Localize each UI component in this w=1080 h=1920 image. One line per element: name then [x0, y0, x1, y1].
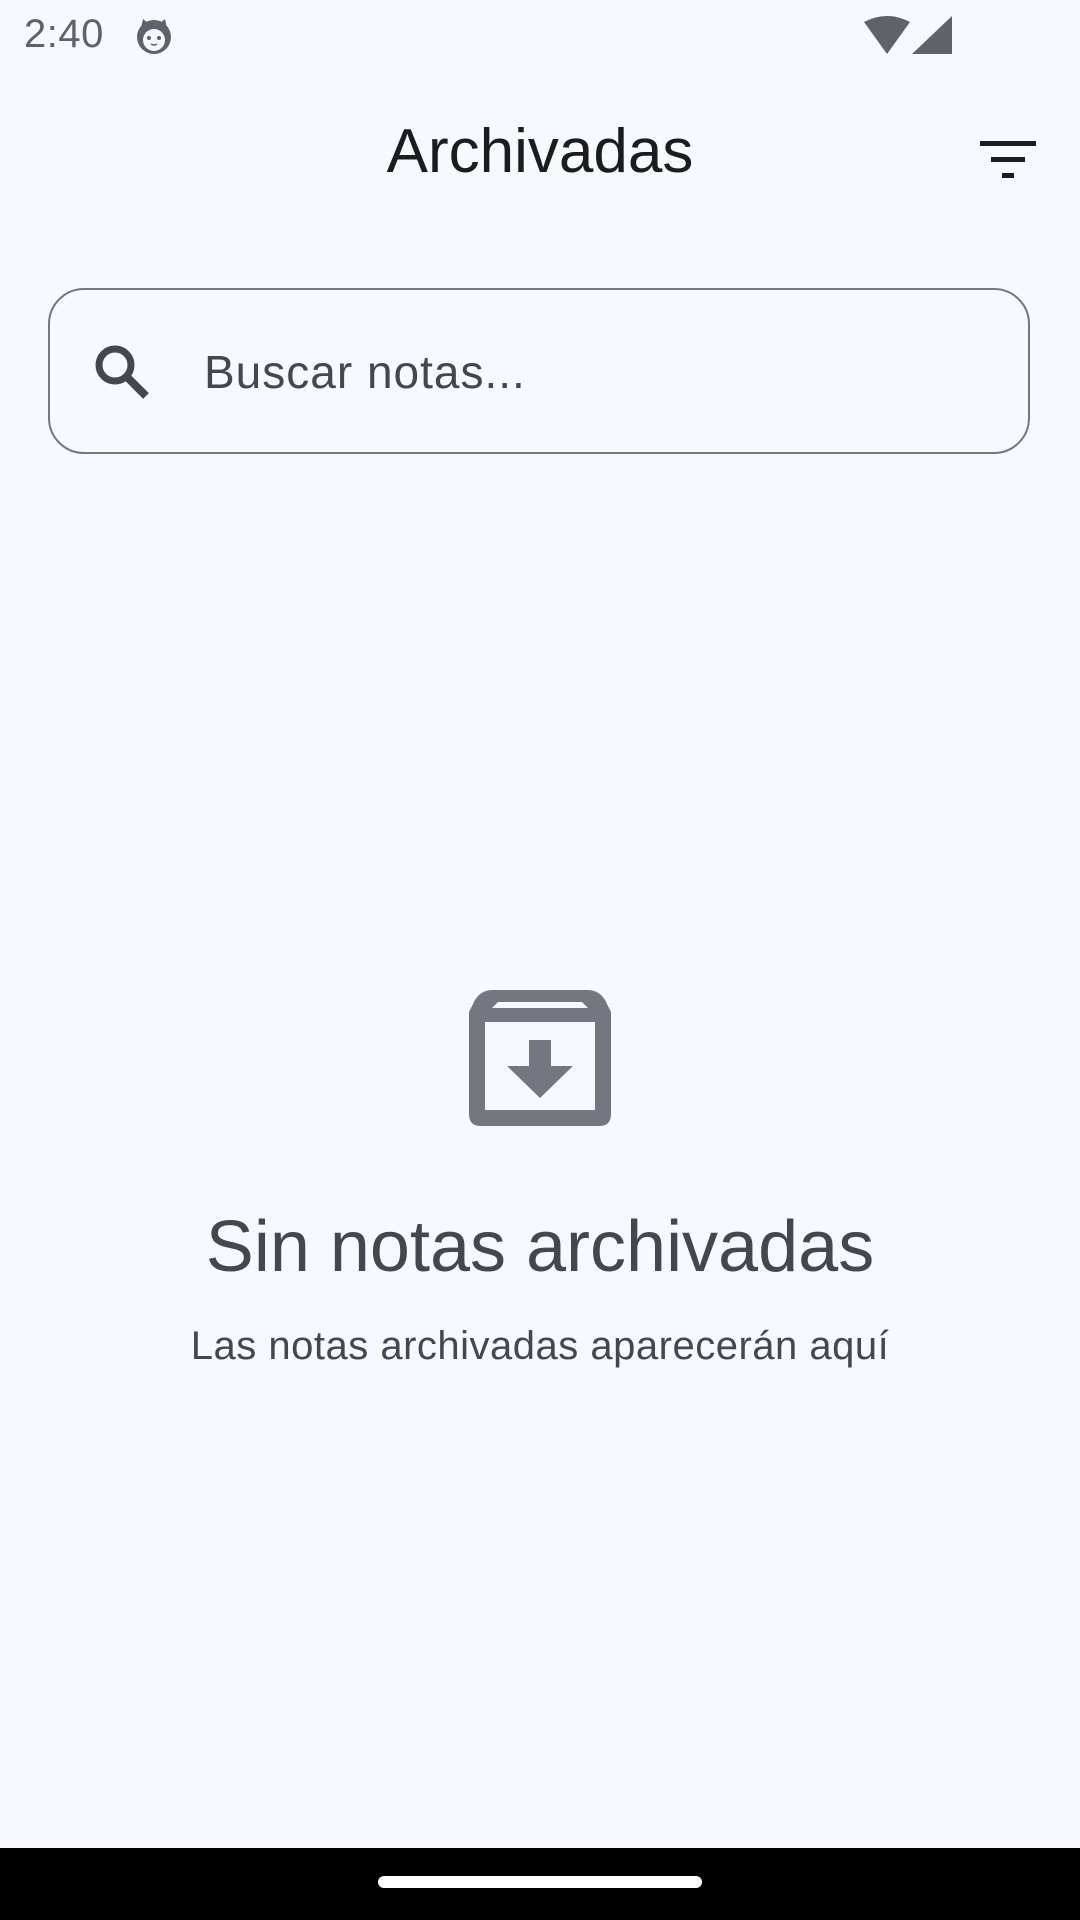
filter-button[interactable] [968, 120, 1048, 200]
empty-subtitle: Las notas archivadas aparecerán aquí [190, 1324, 890, 1368]
navigation-bar [0, 1848, 1080, 1920]
app-bar: Archivadas [0, 90, 1080, 220]
filter-icon [980, 141, 1036, 178]
cell-signal-icon [912, 16, 952, 54]
search-input[interactable] [204, 330, 984, 414]
cat-face-icon [137, 19, 171, 54]
empty-title: Sin notas archivadas [205, 1207, 875, 1287]
search-bar[interactable] [48, 288, 1030, 454]
status-bar: 2:40 [0, 0, 1080, 74]
empty-state: Sin notas archivadas Las notas archivada… [0, 980, 1080, 1369]
archive-icon [469, 990, 611, 1126]
page-title: Archivadas [386, 117, 694, 186]
search-icon [95, 345, 149, 399]
status-time: 2:40 [24, 12, 104, 56]
wifi-icon [864, 16, 910, 54]
home-indicator[interactable] [378, 1876, 702, 1888]
